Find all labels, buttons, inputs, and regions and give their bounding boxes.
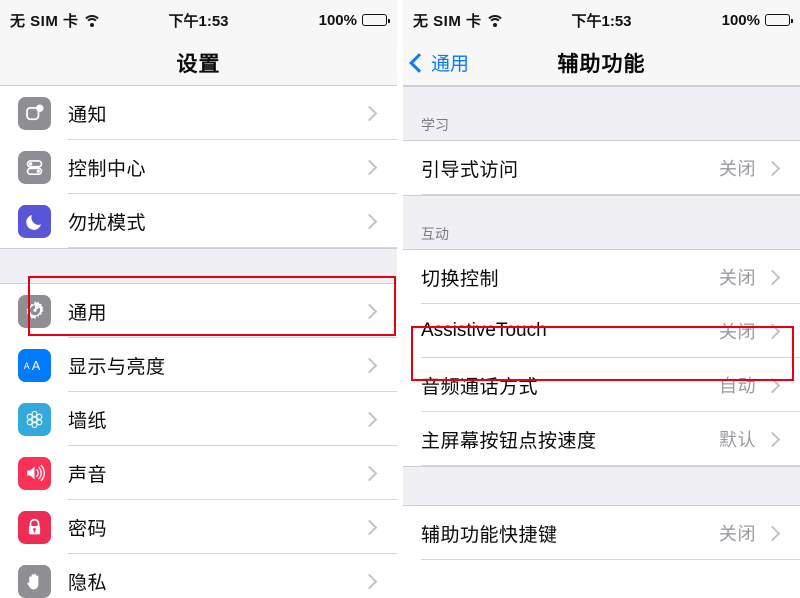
chevron-right-icon — [361, 105, 378, 121]
chevron-right-icon — [764, 269, 781, 285]
chevron-right-icon — [361, 465, 378, 481]
settings-row-do-not-disturb[interactable]: 勿扰模式 — [0, 194, 397, 248]
chevron-right-icon — [361, 411, 378, 427]
chevron-right-icon — [764, 160, 781, 176]
chevron-right-icon — [361, 213, 378, 229]
settings-screen: 无 SIM 卡 下午1:53 100% 设置 通知 控制中心 勿扰模式 通用 A… — [0, 0, 397, 598]
battery-full-icon — [765, 14, 793, 26]
row-value: 关闭 — [719, 159, 756, 179]
svg-text:A: A — [31, 358, 40, 373]
chevron-right-icon — [764, 525, 781, 541]
settings-row-sounds[interactable]: 声音 — [0, 446, 397, 500]
chevron-right-icon — [361, 159, 378, 175]
status-left-group: 无 SIM 卡 — [10, 10, 102, 31]
chevron-right-icon — [361, 303, 378, 319]
row-label: 主屏幕按钮点按速度 — [421, 430, 597, 452]
row-label: 显示与亮度 — [68, 356, 166, 378]
row-value: 关闭 — [719, 268, 756, 288]
row-label: 通用 — [68, 302, 108, 324]
battery-percent-label: 100% — [721, 11, 760, 29]
chevron-right-icon — [361, 519, 378, 535]
row-label: 墙纸 — [68, 410, 108, 432]
svg-text:A: A — [23, 361, 29, 371]
dual-screenshot-container: 无 SIM 卡 下午1:53 100% 设置 通知 控制中心 勿扰模式 通用 A… — [0, 0, 800, 598]
row-value: 关闭 — [719, 524, 756, 544]
nav-bar-settings: 设置 — [0, 40, 397, 86]
hand-icon — [18, 564, 51, 598]
back-button[interactable]: 通用 — [409, 49, 470, 76]
status-bar-right: 无 SIM 卡 下午1:53 100% — [403, 0, 800, 40]
section-header-interaction: 互动 — [403, 195, 800, 250]
row-label: 引导式访问 — [421, 159, 519, 181]
section-gap — [403, 466, 800, 506]
row-label: 音频通话方式 — [421, 376, 539, 398]
settings-row-notifications[interactable]: 通知 — [0, 86, 397, 140]
row-value: 默认 — [719, 430, 756, 450]
moon-icon — [18, 204, 51, 238]
section-header-learning: 学习 — [403, 86, 800, 141]
row-label: AssistiveTouch — [421, 320, 547, 341]
row-label: 声音 — [68, 464, 108, 486]
battery-full-icon — [362, 14, 390, 26]
battery-percent-label: 100% — [318, 11, 357, 29]
lock-icon — [18, 510, 51, 544]
gear-icon — [18, 294, 51, 328]
status-right-group: 100% — [721, 11, 793, 29]
accessibility-list: 学习 引导式访问 关闭 互动 切换控制 关闭 AssistiveTouch 关闭… — [403, 86, 800, 560]
page-title: 设置 — [176, 52, 221, 76]
row-label: 切换控制 — [421, 268, 500, 290]
chevron-right-icon — [764, 377, 781, 393]
section-gap — [0, 248, 397, 284]
row-value: 自动 — [719, 376, 756, 396]
status-right-group: 100% — [318, 11, 390, 29]
row-label: 密码 — [68, 518, 108, 540]
chevron-right-icon — [361, 573, 378, 589]
accessibility-row-call-audio-routing[interactable]: 音频通话方式 自动 — [403, 358, 800, 412]
status-left-group: 无 SIM 卡 — [413, 10, 505, 31]
row-label: 控制中心 — [68, 158, 147, 180]
accessibility-row-shortcut[interactable]: 辅助功能快捷键 关闭 — [403, 506, 800, 560]
wifi-icon — [82, 14, 102, 27]
status-bar-left: 无 SIM 卡 下午1:53 100% — [0, 0, 397, 40]
notifications-icon — [18, 96, 51, 130]
settings-row-passcode[interactable]: 密码 — [0, 500, 397, 554]
control-center-icon — [18, 150, 51, 184]
row-label: 通知 — [68, 104, 108, 126]
settings-list: 通知 控制中心 勿扰模式 通用 A A 显示与亮度 墙纸 声音 密码 隐私 — [0, 86, 397, 598]
row-value: 关闭 — [719, 322, 756, 342]
row-label: 辅助功能快捷键 — [421, 524, 558, 546]
row-label: 勿扰模式 — [68, 212, 147, 234]
nav-bar-accessibility: 通用 辅助功能 — [403, 40, 800, 86]
wallpaper-icon — [18, 402, 51, 436]
chevron-right-icon — [764, 323, 781, 339]
accessibility-row-guided-access[interactable]: 引导式访问 关闭 — [403, 141, 800, 195]
back-button-label: 通用 — [431, 54, 470, 75]
chevron-right-icon — [361, 357, 378, 373]
settings-row-wallpaper[interactable]: 墙纸 — [0, 392, 397, 446]
accessibility-row-switch-control[interactable]: 切换控制 关闭 — [403, 250, 800, 304]
wifi-icon — [485, 14, 505, 27]
accessibility-row-assistive-touch[interactable]: AssistiveTouch 关闭 — [403, 304, 800, 358]
accessibility-screen: 无 SIM 卡 下午1:53 100% 通用 辅助功能 学习 引导式访问 关闭 — [403, 0, 800, 598]
carrier-label: 无 SIM 卡 — [10, 12, 79, 30]
row-label: 隐私 — [68, 572, 108, 594]
settings-row-general[interactable]: 通用 — [0, 284, 397, 338]
settings-row-display-brightness[interactable]: A A 显示与亮度 — [0, 338, 397, 392]
chevron-left-icon — [409, 52, 429, 73]
settings-row-control-center[interactable]: 控制中心 — [0, 140, 397, 194]
speaker-icon — [18, 456, 51, 490]
carrier-label: 无 SIM 卡 — [413, 12, 482, 30]
chevron-right-icon — [764, 431, 781, 447]
settings-row-privacy[interactable]: 隐私 — [0, 554, 397, 598]
display-aa-icon: A A — [18, 348, 51, 382]
accessibility-row-home-click-speed[interactable]: 主屏幕按钮点按速度 默认 — [403, 412, 800, 466]
